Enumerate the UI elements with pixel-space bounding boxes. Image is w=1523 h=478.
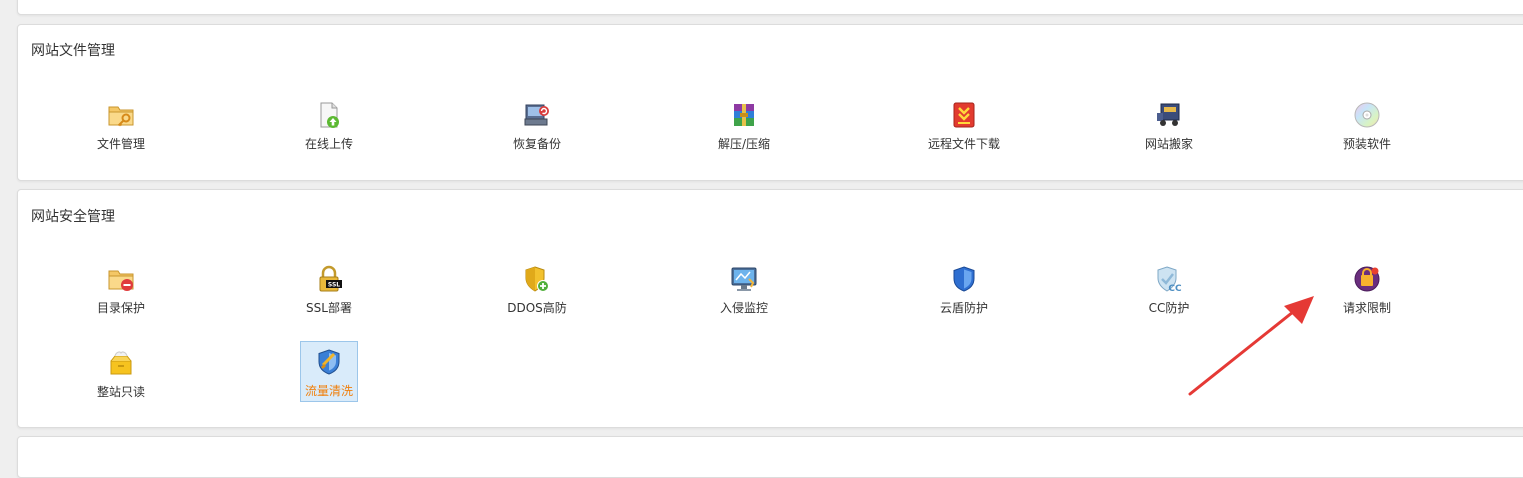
previous-panel xyxy=(17,0,1523,15)
online-upload-button[interactable]: 在线上传 xyxy=(259,97,399,159)
remote-download-icon xyxy=(950,101,978,129)
svg-text:SSL: SSL xyxy=(328,282,340,289)
tool-label: 流量清洗 xyxy=(304,384,353,398)
site-migration-button[interactable]: 网站搬家 xyxy=(1099,97,1239,159)
cc-shield-icon: CC xyxy=(1155,265,1183,293)
tool-label: 网站搬家 xyxy=(1144,137,1193,151)
restore-backup-button[interactable]: 恢复备份 xyxy=(467,97,607,159)
monitor-icon xyxy=(730,265,758,293)
security-section-title: 网站安全管理 xyxy=(31,209,115,225)
directory-protection-button[interactable]: 目录保护 xyxy=(51,261,191,323)
request-limit-icon xyxy=(1353,265,1381,293)
moving-truck-icon xyxy=(1155,101,1183,129)
tool-label: 远程文件下载 xyxy=(927,137,1000,151)
tool-label: 在线上传 xyxy=(304,137,353,151)
website-file-management-panel: 网站文件管理 文件管理 在线上传 恢复备份 解压/压缩 远程文件下载 网站搬家 … xyxy=(17,24,1523,181)
file-section-title: 网站文件管理 xyxy=(31,43,115,59)
remote-download-button[interactable]: 远程文件下载 xyxy=(894,97,1034,159)
tool-label: 整站只读 xyxy=(96,385,145,399)
tool-label: 入侵监控 xyxy=(719,301,768,315)
cd-disc-icon xyxy=(1353,101,1381,129)
cloud-shield-protection-button[interactable]: 云盾防护 xyxy=(894,261,1034,323)
backup-restore-icon xyxy=(523,101,551,129)
file-manager-button[interactable]: 文件管理 xyxy=(51,97,191,159)
folder-lock-icon xyxy=(107,265,135,293)
traffic-clean-shield-icon xyxy=(315,348,343,376)
cloud-shield-icon xyxy=(950,265,978,293)
tool-label: 云盾防护 xyxy=(939,301,988,315)
annotation-arrow xyxy=(1188,296,1314,396)
ssl-padlock-icon: SSL xyxy=(315,265,343,293)
archive-icon xyxy=(730,101,758,129)
tool-label: 恢复备份 xyxy=(512,137,561,151)
readonly-box-icon xyxy=(107,349,135,377)
tool-label: 预装软件 xyxy=(1342,137,1391,151)
tool-label: 文件管理 xyxy=(96,137,145,151)
next-panel xyxy=(17,436,1523,478)
tool-label: 解压/压缩 xyxy=(717,137,771,151)
tool-label: DDOS高防 xyxy=(507,301,567,315)
file-upload-icon xyxy=(315,101,343,129)
extract-compress-button[interactable]: 解压/压缩 xyxy=(674,97,814,159)
folder-key-icon xyxy=(107,101,135,129)
tool-label: 目录保护 xyxy=(96,301,145,315)
preinstalled-software-button[interactable]: 预装软件 xyxy=(1297,97,1437,159)
intrusion-monitor-button[interactable]: 入侵监控 xyxy=(674,261,814,323)
traffic-cleaning-button[interactable]: 流量清洗 xyxy=(300,341,358,402)
ddos-protection-button[interactable]: DDOS高防 xyxy=(467,261,607,323)
ssl-deploy-button[interactable]: SSL SSL部署 xyxy=(259,261,399,323)
shield-plus-icon xyxy=(523,265,551,293)
tool-label: SSL部署 xyxy=(306,301,352,315)
whole-site-readonly-button[interactable]: 整站只读 xyxy=(51,345,191,407)
